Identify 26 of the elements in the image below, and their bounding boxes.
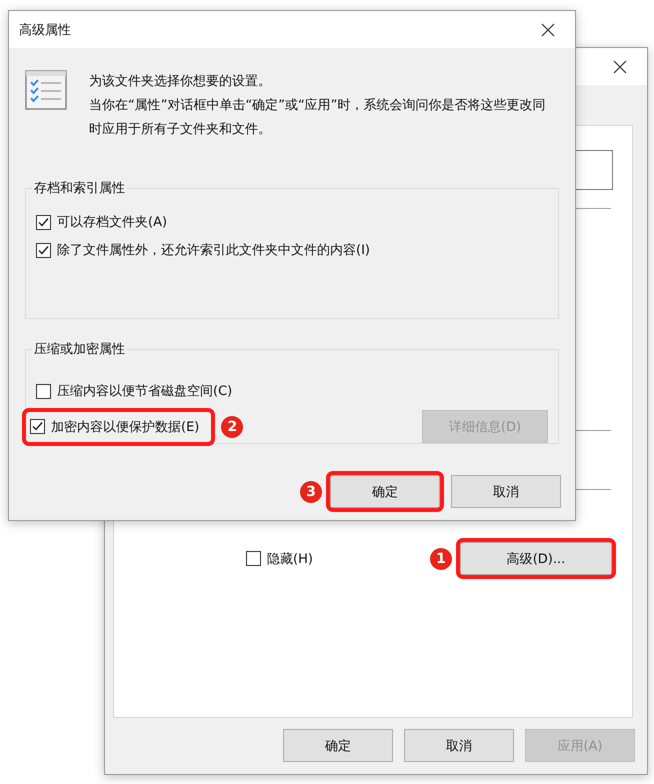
group-title: 压缩或加密属性 [32, 340, 127, 358]
step-badge: 3 [300, 480, 322, 502]
checkbox-label: 压缩内容以便节省磁盘空间(C) [57, 383, 232, 400]
checkbox[interactable] [30, 419, 45, 434]
checkbox[interactable] [36, 214, 51, 230]
dialog-button[interactable]: 确定 [330, 475, 440, 508]
step-badge: 1 [430, 548, 452, 570]
intro-text: 为该文件夹选择你想要的设置。 [89, 73, 272, 91]
dialog-button[interactable]: 确定 [283, 729, 393, 762]
close-icon[interactable] [613, 60, 627, 74]
dialog-button[interactable]: 取消 [404, 729, 514, 762]
window-title: 高级属性 [19, 22, 71, 38]
dialog-button[interactable]: 取消 [451, 475, 561, 508]
checkbox[interactable] [246, 551, 261, 566]
checkbox-label: 加密内容以便保护数据(E) [51, 418, 200, 436]
checkbox-label: 除了文件属性外，还允许索引此文件夹中文件的内容(I) [57, 242, 370, 259]
checkbox-label: 隐藏(H) [267, 550, 313, 568]
close-icon[interactable] [541, 22, 555, 36]
description-text: 当你在“属性”对话框中单击“确定”或“应用”时，系统会询问你是否将这些更改同时应用于所有子文件夹和文件。 [89, 97, 546, 139]
checklist-icon [25, 70, 67, 110]
dialog-button[interactable]: 高级(D)... [460, 542, 612, 575]
checkbox-label: 可以存档文件夹(A) [57, 214, 168, 231]
group-title: 存档和索引属性 [32, 179, 127, 197]
checkbox[interactable] [36, 384, 51, 398]
checkbox[interactable] [36, 242, 51, 258]
step-badge: 2 [221, 416, 244, 438]
